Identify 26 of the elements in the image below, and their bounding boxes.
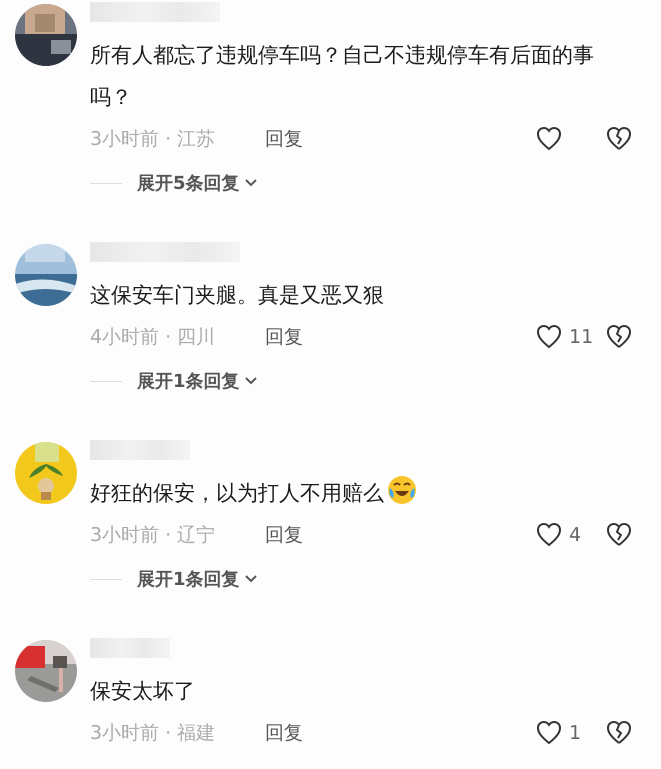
expand-replies-button[interactable]: 展开1条回复 [137, 567, 258, 591]
chevron-down-icon [244, 178, 258, 188]
comment-text: 好狂的保安，以为打人不用赔么 [90, 472, 605, 514]
expand-replies-button[interactable]: 展开1条回复 [137, 369, 258, 393]
crying-laughing-emoji-icon [386, 474, 418, 506]
like-count: 11 [569, 326, 594, 348]
reply-link[interactable]: 回复 [265, 126, 303, 152]
reply-link[interactable]: 回复 [265, 720, 303, 746]
chevron-down-icon [244, 574, 258, 584]
heart-icon[interactable] [535, 719, 563, 747]
comment-time-location: 3小时前 · 福建 [90, 721, 216, 746]
comment-time-location: 4小时前 · 四川 [90, 325, 216, 350]
expand-replies-button[interactable]: 展开5条回复 [137, 171, 258, 195]
comment-text: 所有人都忘了违规停车吗？自己不违规停车有后面的事吗？ [90, 42, 595, 111]
like-count: 1 [569, 722, 582, 744]
like-count: 4 [569, 524, 582, 546]
comment-time-location: 3小时前 · 江苏 [90, 127, 216, 152]
heart-icon[interactable] [535, 125, 563, 153]
heart-icon[interactable] [535, 521, 563, 549]
comment-text: 这保安车门夹腿。真是又恶又狠 [90, 282, 385, 309]
reply-link[interactable]: 回复 [265, 522, 303, 548]
reply-link[interactable]: 回复 [265, 324, 303, 350]
heart-icon[interactable] [535, 323, 563, 351]
comment-text: 保安太坏了 [90, 678, 196, 705]
chevron-down-icon [244, 376, 258, 386]
comment-time-location: 3小时前 · 辽宁 [90, 523, 216, 548]
